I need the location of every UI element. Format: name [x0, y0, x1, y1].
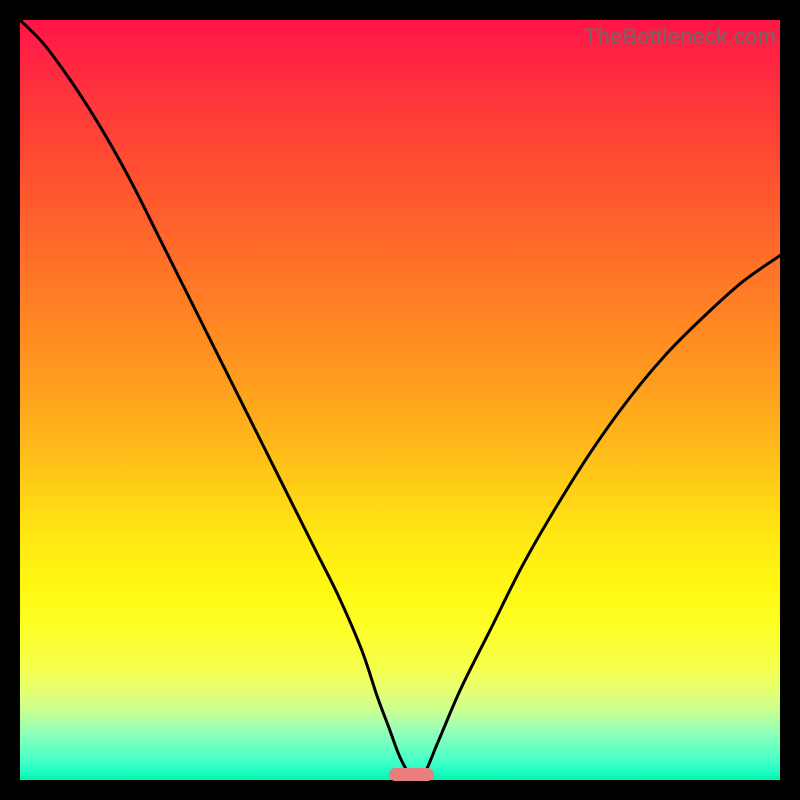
optimal-marker: [389, 768, 435, 781]
curve-svg: [20, 20, 780, 780]
bottleneck-curve: [20, 20, 780, 780]
plot-area: [20, 20, 780, 780]
chart-container: TheBottleneck.com: [0, 0, 800, 800]
